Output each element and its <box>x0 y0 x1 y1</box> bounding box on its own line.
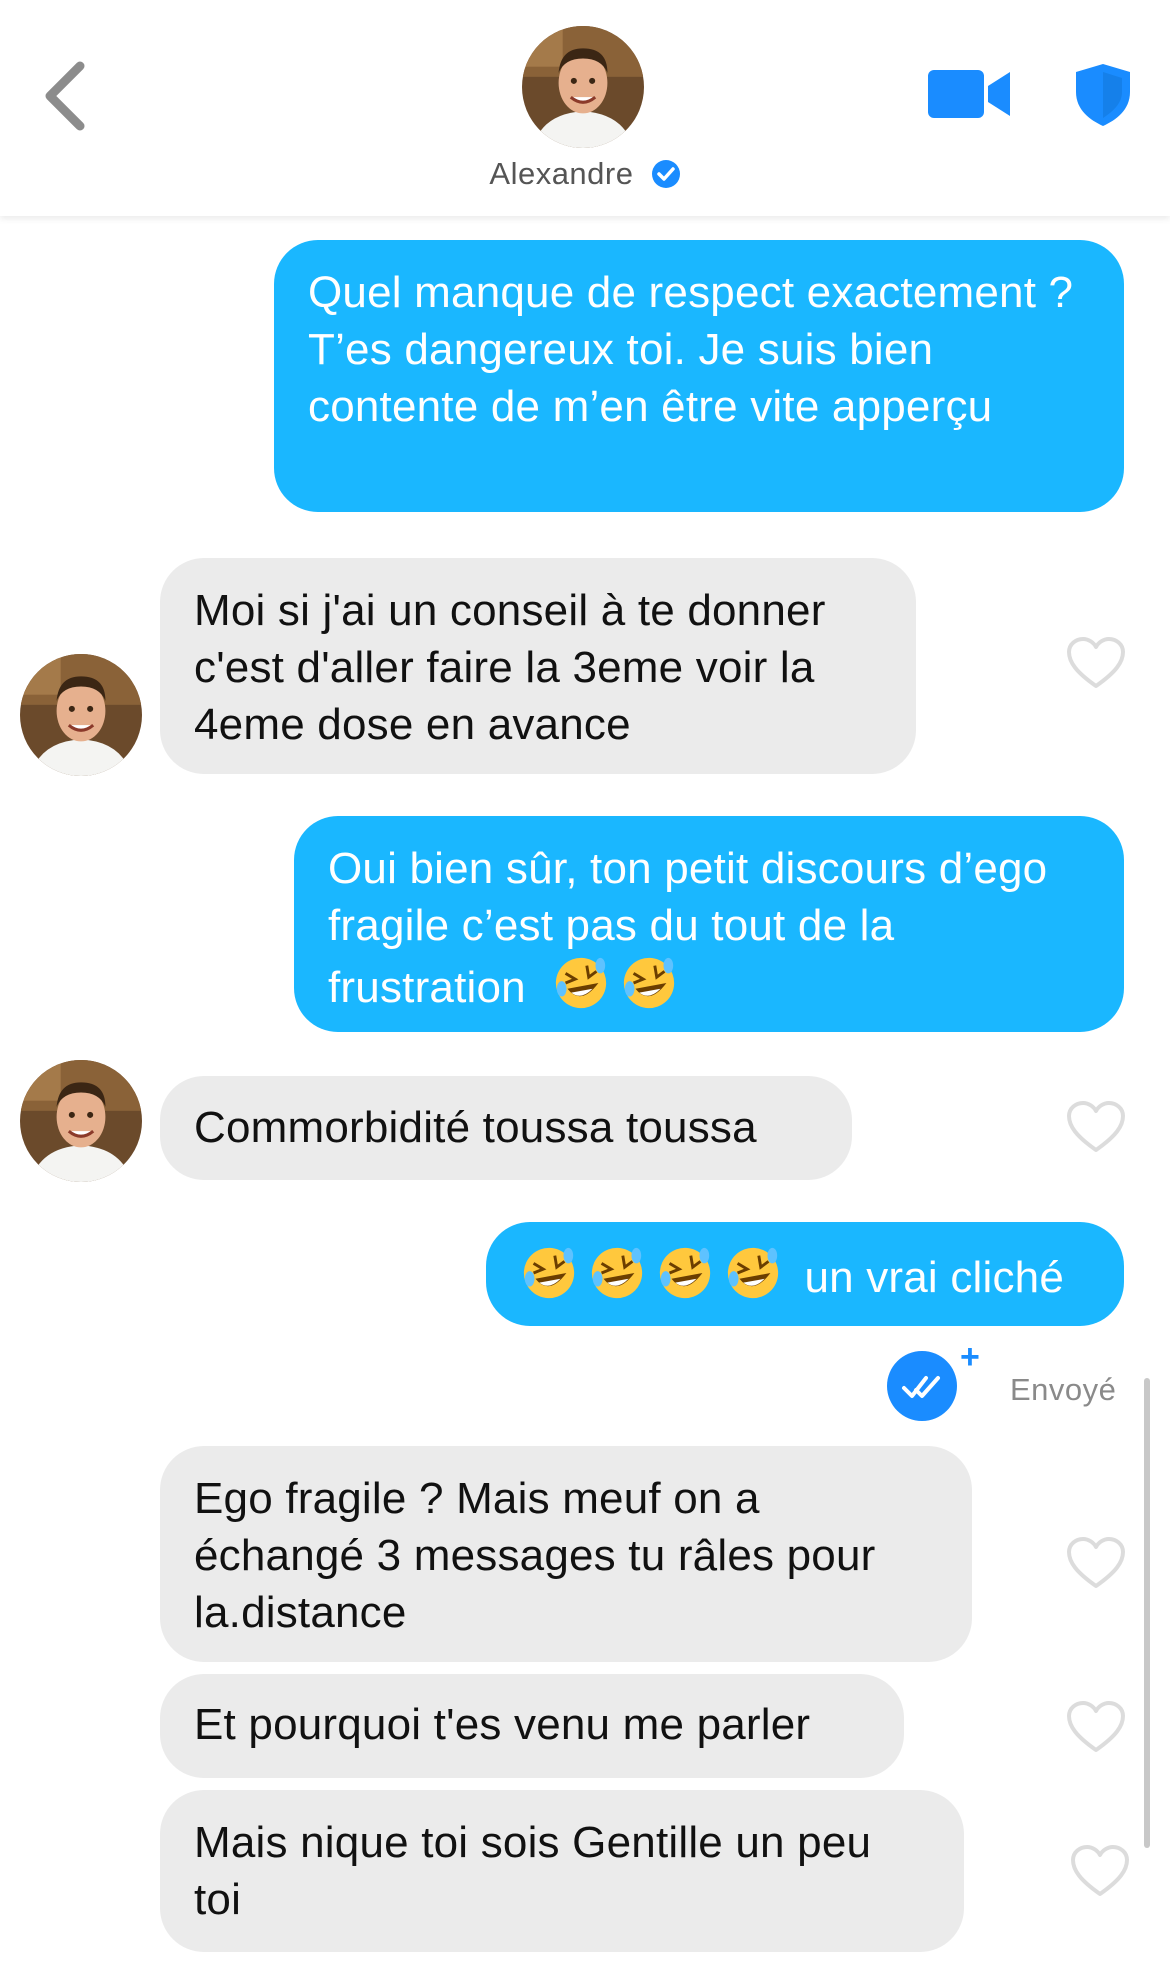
like-heart-icon[interactable] <box>1066 1536 1126 1590</box>
outgoing-message[interactable]: Oui bien sûr, ton petit discours d’ego f… <box>294 816 1124 1032</box>
contact-avatar-small[interactable] <box>20 1060 142 1182</box>
contact-avatar[interactable] <box>522 26 644 148</box>
like-heart-icon[interactable] <box>1070 1844 1130 1898</box>
contact-name-row[interactable]: Alexandre <box>0 156 1170 200</box>
rolling-laughing-emoji <box>552 954 610 1012</box>
like-heart-icon[interactable] <box>1066 1700 1126 1754</box>
shield-icon <box>1076 64 1130 126</box>
scrollbar[interactable] <box>1144 1378 1150 1848</box>
outgoing-message[interactable]: Quel manque de respect exactement ? T’es… <box>274 240 1124 512</box>
safety-button[interactable] <box>1072 62 1134 128</box>
rolling-laughing-emoji <box>724 1244 782 1302</box>
incoming-message[interactable]: Commorbidité toussa toussa <box>160 1076 852 1180</box>
message-text: Commorbidité toussa toussa <box>194 1103 757 1152</box>
message-text: Mais nique toi sois Gentille un peu toi <box>194 1818 872 1924</box>
contact-avatar-small[interactable] <box>20 654 142 776</box>
like-heart-icon[interactable] <box>1066 636 1126 690</box>
message-text: Oui bien sûr, ton petit discours d’ego f… <box>328 844 1048 1012</box>
video-camera-icon <box>928 70 1010 118</box>
chevron-left-icon <box>45 61 85 131</box>
rolling-laughing-emoji <box>620 954 678 1012</box>
message-text: Et pourquoi t'es venu me parler <box>194 1700 811 1749</box>
incoming-message[interactable]: Ego fragile ? Mais meuf on a échangé 3 m… <box>160 1446 972 1662</box>
message-text: un vrai cliché <box>804 1253 1065 1302</box>
message-text: Ego fragile ? Mais meuf on a échangé 3 m… <box>194 1474 876 1637</box>
back-button[interactable] <box>36 56 96 136</box>
rolling-laughing-emoji <box>656 1244 714 1302</box>
incoming-message[interactable]: Et pourquoi t'es venu me parler <box>160 1674 904 1778</box>
verified-badge-icon <box>651 159 681 197</box>
rolling-laughing-emoji <box>588 1244 646 1302</box>
sent-status: + Envoyé <box>880 1338 1140 1422</box>
message-text: Moi si j'ai un conseil à te donner c'est… <box>194 586 826 749</box>
super-like-plus-icon: + <box>960 1338 980 1376</box>
video-call-button[interactable] <box>928 66 1014 122</box>
outgoing-message[interactable]: un vrai cliché <box>486 1222 1124 1326</box>
incoming-message[interactable]: Mais nique toi sois Gentille un peu toi <box>160 1790 964 1952</box>
contact-name: Alexandre <box>489 156 634 191</box>
read-receipt-icon <box>886 1350 958 1422</box>
rolling-laughing-emoji <box>520 1244 578 1302</box>
incoming-message[interactable]: Moi si j'ai un conseil à te donner c'est… <box>160 558 916 774</box>
message-text: Quel manque de respect exactement ? T’es… <box>308 268 1074 431</box>
like-heart-icon[interactable] <box>1066 1100 1126 1154</box>
chat-header: Alexandre <box>0 0 1170 216</box>
sent-label: Envoyé <box>1010 1372 1117 1407</box>
